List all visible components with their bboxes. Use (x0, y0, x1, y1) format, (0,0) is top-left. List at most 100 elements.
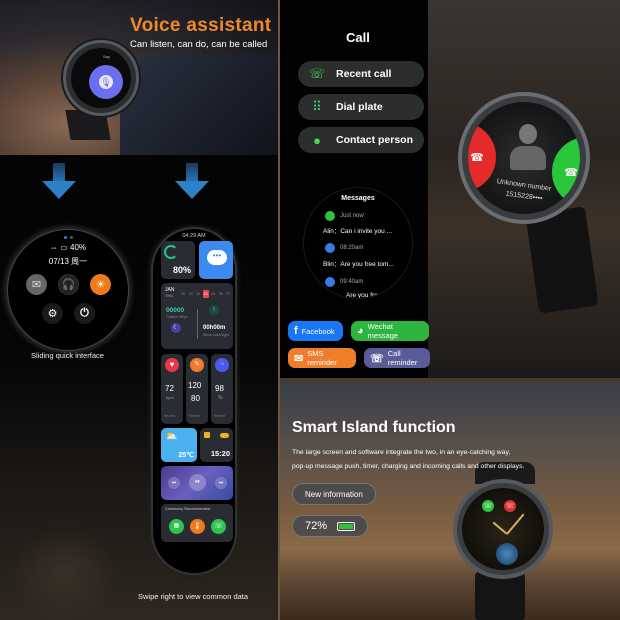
globe-icon (496, 543, 518, 565)
previous-track-icon[interactable]: ⏮ (168, 477, 180, 489)
call-reminder-badge[interactable]: ☏ Call reminder (364, 348, 430, 368)
headphones-button[interactable]: 🎧 (58, 274, 79, 295)
headphones-icon: 🎧 (61, 279, 76, 291)
message-time: 08:20am (340, 245, 364, 251)
wechat-label: Wechat message (367, 322, 399, 340)
thermometer-icon[interactable]: 🌡 (190, 519, 205, 534)
heart-icon: ♥ (165, 358, 179, 372)
new-information-pill[interactable]: New information (292, 483, 376, 505)
battery-tile[interactable]: 80% (161, 241, 195, 279)
power-icon: ⏻ (80, 307, 89, 319)
contact-person-button[interactable]: ● Contact person (298, 127, 424, 153)
smartwatch-voice: Say 🎙 (63, 40, 139, 116)
smart-island-watch: ☏ ☏ (453, 479, 553, 579)
say-label: Say (103, 54, 110, 59)
recommended-tile: Commonly Recommended ▦ 🌡 ☏ (161, 504, 233, 542)
smart-island-panel: ☏ ☏ Smart Island function The large scre… (280, 382, 620, 620)
recent-label: Recent (214, 414, 226, 418)
phone-ringing-icon: ☏ (370, 352, 384, 365)
messages-title: Messages (341, 195, 375, 202)
moon-icon: ☾ (171, 323, 181, 333)
phone-style-screen: 04:29 AM 80% ••• JAN THU 20 22 23 24 25 26 27 … (151, 227, 237, 575)
incoming-call-watch: ☎ ☎ Unknown number 1515228•••• (458, 92, 590, 224)
weather-tile[interactable]: ⛅ 25℃ (161, 428, 197, 462)
minute-hand (492, 521, 508, 535)
page-dots (64, 236, 73, 239)
quick-interface-caption: Sliding quick interface (31, 351, 104, 360)
glove-image (120, 55, 278, 155)
watch-strap (475, 572, 525, 620)
sleep-value: 00h00m (203, 325, 226, 331)
product-collage: Say 🎙 Voice assistant Can listen, can do… (0, 0, 620, 620)
blood-pressure-tile[interactable]: ✎ 120 80 Recent (186, 354, 208, 424)
calendar-date[interactable]: 27 (225, 290, 232, 298)
quick-interface-watch: ⇔ ▭ 40% 07/13 周一 ✉ 🎧 ☀ ⚙ ⏻ (7, 229, 129, 351)
battery-pill[interactable]: 72% (292, 515, 369, 537)
wechat-icon (325, 211, 335, 221)
music-tile: ⏮ ⏯ ⏭ (161, 466, 233, 500)
recent-call-icon: ☏ (308, 66, 326, 81)
call-panel: ☎ ☎ Unknown number 1515228•••• Call ☏ Re… (280, 0, 620, 378)
message-text[interactable]: Blin：Are you free tom... (323, 258, 394, 268)
battery-percent: 80% (172, 265, 191, 275)
calendar-date[interactable]: 23 (195, 290, 202, 298)
brightness-button[interactable]: ☀ (90, 274, 111, 295)
sms-label: SMS reminder (307, 349, 337, 367)
hour-hand (506, 513, 525, 535)
dial-plate-button[interactable]: ⠿ Dial plate (298, 94, 424, 120)
call-title: Call (346, 30, 370, 45)
message-button[interactable]: ✉ (26, 274, 47, 295)
settings-button[interactable]: ⚙ (42, 303, 63, 324)
calendar-date[interactable]: 26 (218, 290, 225, 298)
person-icon: ● (313, 132, 321, 148)
facebook-badge[interactable]: f Facebook (288, 321, 343, 341)
timer-tile[interactable]: 15:20 (200, 428, 233, 462)
dialpad-icon: ⠿ (312, 99, 322, 114)
contact-person-label: Contact person (336, 134, 414, 146)
screen-time: 04:29 AM (182, 233, 206, 239)
footsteps-icon: ⁞⁞ (209, 305, 219, 315)
calendar-day: THU (165, 293, 174, 298)
play-pause-icon[interactable]: ⏯ (189, 474, 206, 491)
phone-icon[interactable]: ☏ (211, 519, 226, 534)
wechat-badge[interactable]: ◕ Wechat message (351, 321, 429, 341)
calendar-date[interactable]: 25 (210, 290, 217, 298)
recent-call-button[interactable]: ☏ Recent call (298, 61, 424, 87)
spo2-tile[interactable]: ⁘ 98 % Recent (211, 354, 233, 424)
swipe-caption: Swipe right to view common data (138, 592, 249, 601)
sms-badge[interactable]: ✉ SMS reminder (288, 348, 356, 368)
clock-value: 15:20 (210, 449, 230, 458)
timer-icon (204, 432, 210, 438)
decline-call-icon: ☏ (504, 500, 516, 512)
pills-icon: ✎ (190, 358, 204, 372)
power-button[interactable]: ⏻ (74, 303, 95, 324)
phone-icon: ☎ (564, 166, 578, 179)
calendar-tile[interactable]: JAN THU 20 22 23 24 25 26 27 00000 Today's Ste… (161, 283, 233, 349)
panel-divider (280, 378, 620, 382)
battery-charging-icon (337, 521, 356, 531)
calculator-icon[interactable]: ▦ (169, 519, 184, 534)
next-track-icon[interactable]: ⏭ (215, 477, 227, 489)
message-text[interactable]: Are you fre... (346, 292, 383, 298)
panel-divider (278, 0, 280, 620)
calendar-date[interactable]: 24 (202, 290, 209, 298)
steps-value: 00000 (166, 307, 185, 314)
message-text[interactable]: Alin：Can i invite you ... (323, 225, 392, 235)
message-time: 09:40am (340, 279, 364, 285)
toggle-icon (220, 433, 229, 438)
description-line: The large screen and software integrate … (292, 449, 511, 456)
facebook-icon: f (294, 325, 298, 337)
envelope-icon: ✉ (294, 352, 304, 365)
messages-tile[interactable]: ••• (199, 241, 233, 279)
calendar-date[interactable]: 22 (188, 290, 195, 298)
smart-island-title: Smart Island function (292, 419, 456, 436)
oxygen-bubbles-icon: ⁘ (215, 358, 229, 372)
microphone-button[interactable]: 🎙 (89, 65, 123, 99)
arrow-down-icon (42, 163, 76, 203)
gear-icon: ⚙ (47, 308, 58, 320)
dial-plate-label: Dial plate (336, 101, 383, 113)
watch-screen: ☎ ☎ Unknown number 1515228•••• (468, 102, 580, 214)
calendar-date[interactable]: 20 (180, 290, 187, 298)
heart-rate-tile[interactable]: ♥ 72 bpm Recent (161, 354, 183, 424)
qq-icon (325, 243, 335, 253)
